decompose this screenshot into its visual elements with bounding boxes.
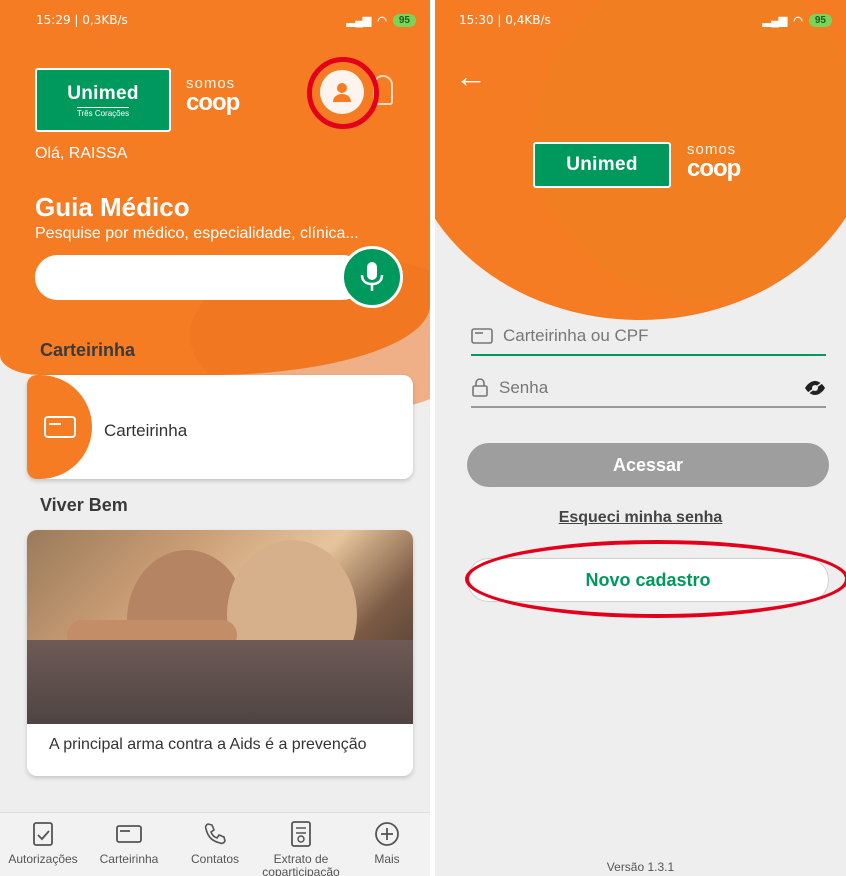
coop-text: coop (687, 155, 741, 182)
novo-cadastro-button[interactable]: Novo cadastro (467, 558, 829, 602)
plus-circle-icon (374, 821, 400, 847)
receipt-icon (288, 821, 314, 847)
section-title-carteirinha: Carteirinha (40, 340, 136, 360)
status-icons: ▂▄▆ ◠ 95 (762, 13, 832, 27)
voice-search-button[interactable] (341, 246, 403, 308)
signal-icon: ▂▄▆ (346, 14, 372, 27)
nav-label: Contatos (190, 852, 240, 866)
carteirinha-cpf-field[interactable]: Carteirinha ou CPF (471, 318, 826, 356)
wifi-icon: ◠ (377, 14, 387, 27)
couple-photo (27, 530, 413, 724)
guia-subtitle: Pesquise por médico, especialidade, clín… (35, 225, 359, 242)
carteirinha-card-label: Carteirinha (104, 421, 188, 440)
app-version: Versão 1.3.1 (606, 860, 675, 874)
guia-title: Guia Médico (35, 192, 190, 222)
login-screen: 15:30 | 0,4KB/s ▂▄▆ ◠ 95 ← Unimed somos … (435, 0, 846, 876)
status-time: 15:30 | 0,4KB/s (459, 13, 551, 27)
password-field[interactable]: Senha (471, 370, 826, 408)
bell-icon[interactable] (373, 75, 393, 105)
nav-extrato[interactable]: Extrato de coparticipação (258, 813, 344, 876)
screenshot-stage: 15:29 | 0,3KB/s ▂▄▆ ◠ 95 Unimed Três Cor… (0, 0, 846, 876)
status-icons: ▂▄▆ ◠ 95 (346, 13, 416, 27)
search-input[interactable] (35, 255, 365, 300)
unimed-logo: Unimed (533, 142, 671, 188)
status-bar: 15:29 | 0,3KB/s ▂▄▆ ◠ 95 (0, 0, 430, 40)
profile-button[interactable] (320, 70, 364, 114)
user-icon (333, 83, 351, 102)
status-bar: 15:30 | 0,4KB/s ▂▄▆ ◠ 95 (435, 0, 846, 40)
phone-icon (202, 821, 228, 847)
viver-bem-caption: A principal arma contra a Aids é a preve… (49, 736, 367, 753)
unimed-logo-brand: Unimed (67, 82, 139, 104)
microphone-icon (360, 262, 384, 291)
photo-shape (27, 640, 413, 724)
wifi-icon: ◠ (793, 14, 803, 27)
nav-mais[interactable]: Mais (344, 813, 430, 876)
nav-carteirinha[interactable]: Carteirinha (86, 813, 172, 876)
section-title-viver-bem: Viver Bem (40, 495, 128, 515)
battery-icon: 95 (808, 13, 832, 27)
carteirinha-card[interactable]: Carteirinha (27, 375, 413, 479)
nav-label: Autorizações (8, 852, 78, 866)
back-arrow-icon[interactable]: ← (455, 60, 487, 92)
coop-text: coop (186, 89, 240, 116)
unimed-logo-sub: Três Corações (76, 106, 130, 118)
eye-slash-icon[interactable] (804, 380, 826, 401)
somos-coop-logo: somos coop (687, 141, 741, 182)
signal-icon: ▂▄▆ (762, 14, 788, 27)
home-header-background (0, 0, 430, 415)
viver-bem-card[interactable]: A principal arma contra a Aids é a preve… (27, 530, 413, 776)
unimed-logo: Unimed Três Corações (35, 68, 171, 132)
nav-label: Mais (374, 852, 400, 866)
card-icon (471, 328, 493, 344)
somos-text: somos (186, 75, 236, 92)
nav-label: Extrato de coparticipação (262, 852, 340, 876)
lock-icon (472, 378, 488, 397)
carteirinha-cpf-placeholder: Carteirinha ou CPF (503, 326, 649, 345)
somos-text: somos (687, 141, 737, 158)
clipboard-check-icon (30, 821, 56, 847)
bottom-navigation: Autorizações Carteirinha Contatos Extrat… (0, 812, 430, 876)
home-screen: 15:29 | 0,3KB/s ▂▄▆ ◠ 95 Unimed Três Cor… (0, 0, 430, 876)
card-icon (116, 821, 142, 847)
carteirinha-card-tab (27, 375, 92, 479)
acessar-button[interactable]: Acessar (467, 443, 829, 487)
battery-icon: 95 (392, 13, 416, 27)
password-placeholder: Senha (499, 378, 549, 397)
card-icon (43, 416, 76, 438)
unimed-logo-brand: Unimed (566, 154, 638, 175)
greeting: Olá, RAISSA (35, 145, 128, 162)
nav-autorizacoes[interactable]: Autorizações (0, 813, 86, 876)
status-time: 15:29 | 0,3KB/s (36, 13, 128, 27)
nav-label: Carteirinha (99, 852, 159, 866)
somos-coop-logo: somos coop (186, 75, 240, 116)
forgot-password-link[interactable]: Esqueci minha senha (435, 509, 846, 527)
nav-contatos[interactable]: Contatos (172, 813, 258, 876)
